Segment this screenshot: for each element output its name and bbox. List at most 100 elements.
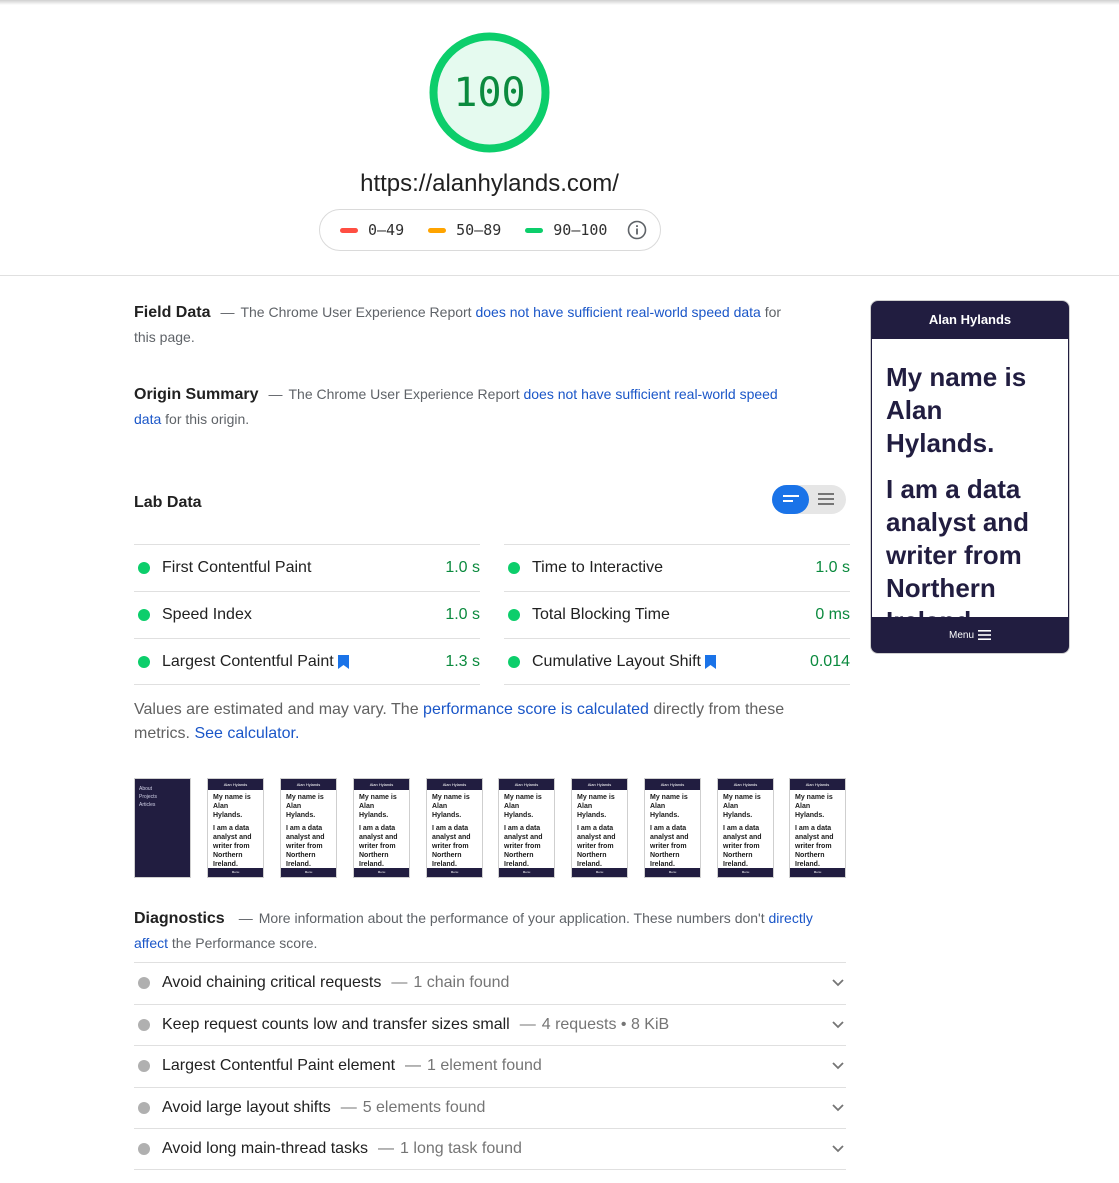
pass-dot-icon [508,655,520,668]
filmstrip-frame: Alan Hylands My name is Alan Hylands. I a… [280,778,337,878]
info-icon[interactable] [627,220,647,240]
audit-detail: 1 long task found [400,1139,522,1157]
preview-footer: Menu [871,617,1069,653]
filmstrip: About Projects Articles Alan Hylands My … [134,778,846,878]
filmstrip-frame: About Projects Articles [134,778,191,878]
frame-heading: My name is Alan Hylands. [432,794,470,819]
frame-text: My name is Alan Hylands. I am a data anal… [718,790,773,872]
frame-text: My name is Alan Hylands. I am a data anal… [572,790,627,872]
frame-footer: Menu [572,868,627,877]
field-data-text: The Chrome User Experience Report [240,304,472,320]
frame-header: Alan Hylands [208,779,263,790]
metric-row: Total Blocking Time 0 ms [504,591,850,638]
info-dot-icon [138,1101,150,1114]
frame-footer: Menu [208,868,263,877]
audit-dash: — [519,1015,536,1033]
lab-data-title: Lab Data [134,494,202,511]
audit-item[interactable]: Avoid large layout shifts — 5 elements f… [134,1086,846,1129]
chevron-down-icon[interactable] [832,979,844,987]
chevron-down-icon[interactable] [832,1145,844,1153]
frame-text: My name is Alan Hylands. I am a data anal… [427,790,482,872]
page-url: https://alanhylands.com/ [360,170,619,197]
frame-nav-item: Articles [139,802,156,808]
diagnostics-list: Avoid chaining critical requests — 1 cha… [134,962,846,1170]
origin-summary-dash: — [268,386,283,402]
audit-detail: 4 requests • 8 KiB [541,1015,670,1033]
audit-item[interactable]: Keep request counts low and transfer siz… [134,1003,846,1046]
metric-label: Time to Interactive [532,559,664,576]
audit-item[interactable]: Largest Contentful Paint element — 1 ele… [134,1045,846,1087]
frame-subheading: I am a data analyst and writer from Nort… [286,825,325,868]
audit-detail: 5 elements found [362,1098,486,1116]
frame-heading: My name is Alan Hylands. [650,794,688,819]
field-data-section: Field Data — The Chrome User Experience Re… [134,300,794,350]
frame-subheading: I am a data analyst and writer from Nort… [577,825,616,868]
frame-nav: About Projects Articles [135,779,190,815]
performance-score-gauge: 100 [429,32,550,153]
field-data-title: Field Data [134,304,211,321]
diagnostics-header: Diagnostics — More information about the p… [134,906,824,956]
top-shadow [0,0,1119,5]
filmstrip-frame: Alan Hylands My name is Alan Hylands. I a… [207,778,264,878]
diagnostics-title: Diagnostics [134,910,225,927]
frame-text: My name is Alan Hylands. I am a data anal… [208,790,263,872]
metrics-view-toggle[interactable] [772,485,846,514]
header-divider [0,275,1119,276]
see-calculator-link[interactable]: See calculator. [194,725,299,742]
audit-item[interactable]: Avoid chaining critical requests — 1 cha… [134,962,846,1004]
origin-summary-text-after: for this origin. [165,411,250,427]
metrics-column-right: Time to Interactive 1.0 s Total Blocking… [504,544,850,685]
preview-heading: My name is Alan Hylands. [886,362,1027,458]
frame-nav-item: Projects [139,794,158,800]
frame-subheading: I am a data analyst and writer from Nort… [213,825,252,868]
performance-score: 100 [453,69,526,116]
metric-label: Cumulative Layout Shift [532,652,701,670]
list-view-icon[interactable] [818,493,834,505]
frame-footer: Menu [790,868,845,877]
chevron-down-icon[interactable] [832,1104,844,1112]
toggle-summary-button[interactable] [772,485,809,514]
chevron-down-icon[interactable] [832,1062,844,1070]
audit-dash: — [378,1139,395,1157]
pass-dot-icon [508,609,520,621]
audit-dash: — [405,1057,422,1075]
frame-subheading: I am a data analyst and writer from Nort… [795,825,834,868]
diagnostics-text-after: the Performance score. [171,935,318,951]
frame-header: Alan Hylands [427,779,482,790]
chevron-down-icon[interactable] [832,1021,844,1029]
frame-subheading: I am a data analyst and writer from Nort… [650,825,689,868]
score-calculated-link[interactable]: performance score is calculated [423,701,649,718]
legend-label-fail: 0–49 [368,221,405,239]
metric-label: Total Blocking Time [532,606,670,623]
diagnostics-dash: — [238,910,253,926]
note-text: Values are estimated and may vary. The [134,701,419,718]
filmstrip-frame: Alan Hylands My name is Alan Hylands. I a… [789,778,846,878]
frame-heading: My name is Alan Hylands. [286,794,324,819]
final-screenshot-preview[interactable]: Alan Hylands My name is Alan Hylands. I … [870,300,1070,654]
frame-text: My name is Alan Hylands. I am a data anal… [354,790,409,872]
preview-header: Alan Hylands [928,312,1012,327]
legend-bar-fail [340,227,358,233]
frame-header: Alan Hylands [572,779,627,790]
origin-summary-title: Origin Summary [134,386,259,403]
origin-summary-text: The Chrome User Experience Report [288,386,520,402]
metric-value: 0 ms [815,606,850,623]
metric-label: First Contentful Paint [162,559,312,576]
filmstrip-frame: Alan Hylands My name is Alan Hylands. I a… [717,778,774,878]
pass-dot-icon [138,609,150,621]
audit-dash: — [391,974,408,992]
info-dot-icon [138,1018,150,1031]
audit-detail: 1 element found [427,1057,542,1075]
audit-item[interactable]: Avoid long main-thread tasks — 1 long ta… [134,1128,846,1170]
frame-text: My name is Alan Hylands. I am a data anal… [281,790,336,872]
field-data-link[interactable]: does not have sufficient real-world spee… [475,304,760,320]
legend-bar-pass [525,227,544,233]
frame-text: My name is Alan Hylands. I am a data anal… [790,790,845,872]
score-legend: 0–49 50–89 90–100 [319,209,661,251]
metric-row: First Contentful Paint 1.0 s [134,544,480,591]
frame-heading: My name is Alan Hylands. [723,794,761,819]
lcp-bookmark-icon [337,654,349,669]
audit-title: Keep request counts low and transfer siz… [162,1015,510,1033]
frame-footer: Menu [645,868,700,877]
info-dot-icon [138,977,150,990]
